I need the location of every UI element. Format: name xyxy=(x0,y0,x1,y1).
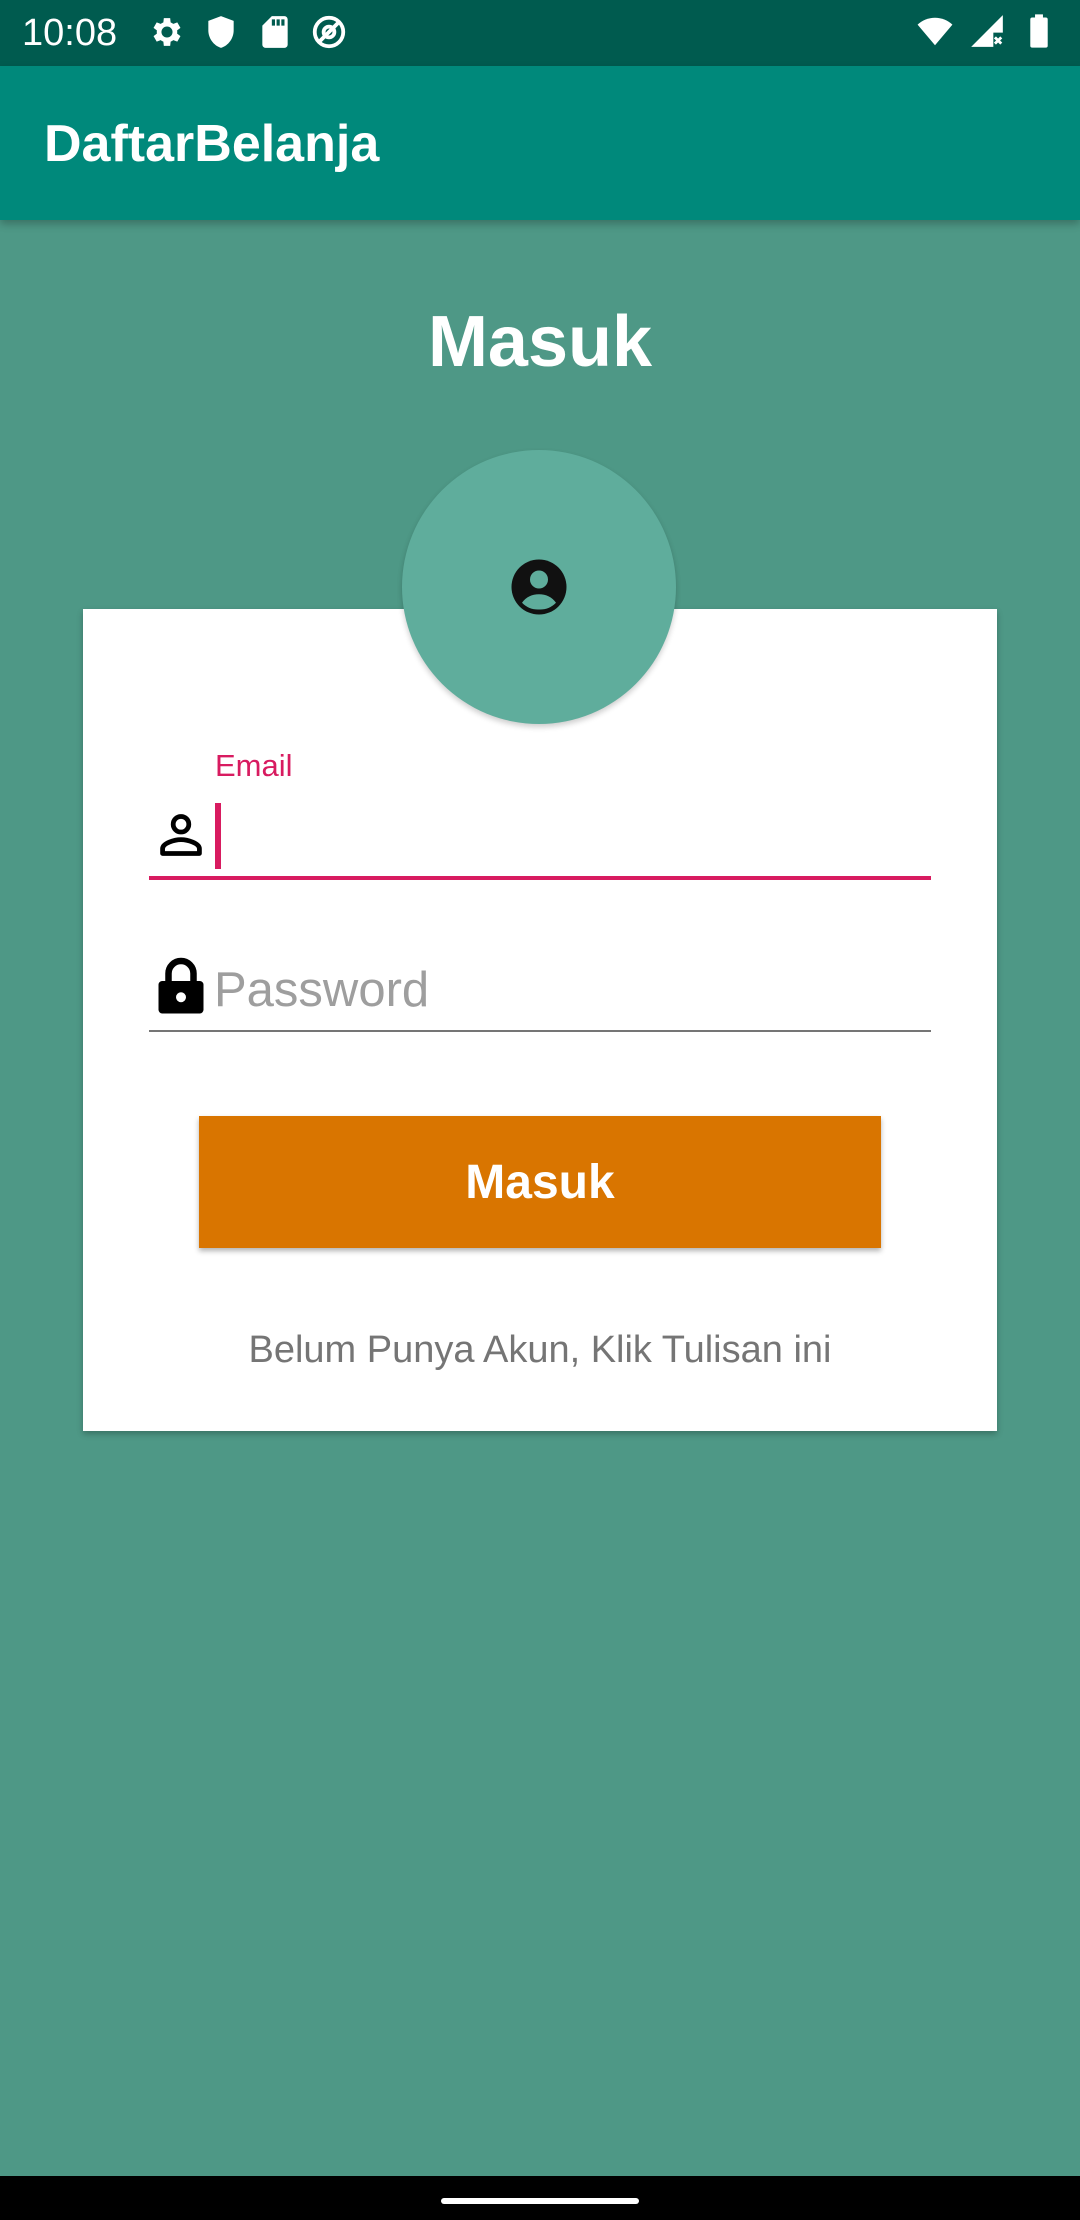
wifi-icon xyxy=(917,17,953,46)
register-link[interactable]: Belum Punya Akun, Klik Tulisan ini xyxy=(0,1326,1080,1374)
home-gesture-handle[interactable] xyxy=(441,2198,639,2204)
battery-icon xyxy=(1030,14,1048,48)
app-bar: DaftarBelanja xyxy=(0,66,1080,220)
status-bar: 10:08 xyxy=(0,0,1080,66)
at-sign-icon xyxy=(312,15,346,49)
shield-icon xyxy=(208,16,234,48)
status-notification-icons xyxy=(148,13,348,51)
avatar xyxy=(402,450,676,724)
email-field[interactable] xyxy=(214,800,930,876)
text-cursor xyxy=(215,803,221,869)
person-icon xyxy=(160,814,202,856)
app-title: DaftarBelanja xyxy=(44,115,380,173)
settings-icon xyxy=(153,18,181,46)
page-title: Masuk xyxy=(427,302,653,382)
email-underline xyxy=(149,876,931,880)
status-system-icons xyxy=(916,12,1058,50)
account-circle-icon xyxy=(511,559,567,615)
sd-card-icon xyxy=(262,16,288,48)
status-time: 10:08 xyxy=(22,12,118,54)
email-label: Email xyxy=(215,748,293,783)
password-underline xyxy=(149,1030,931,1032)
signal-icon xyxy=(971,15,1003,47)
password-field[interactable] xyxy=(214,950,930,1030)
login-button[interactable]: Masuk xyxy=(199,1116,881,1248)
navigation-bar xyxy=(0,2176,1080,2220)
lock-icon xyxy=(158,957,204,1014)
